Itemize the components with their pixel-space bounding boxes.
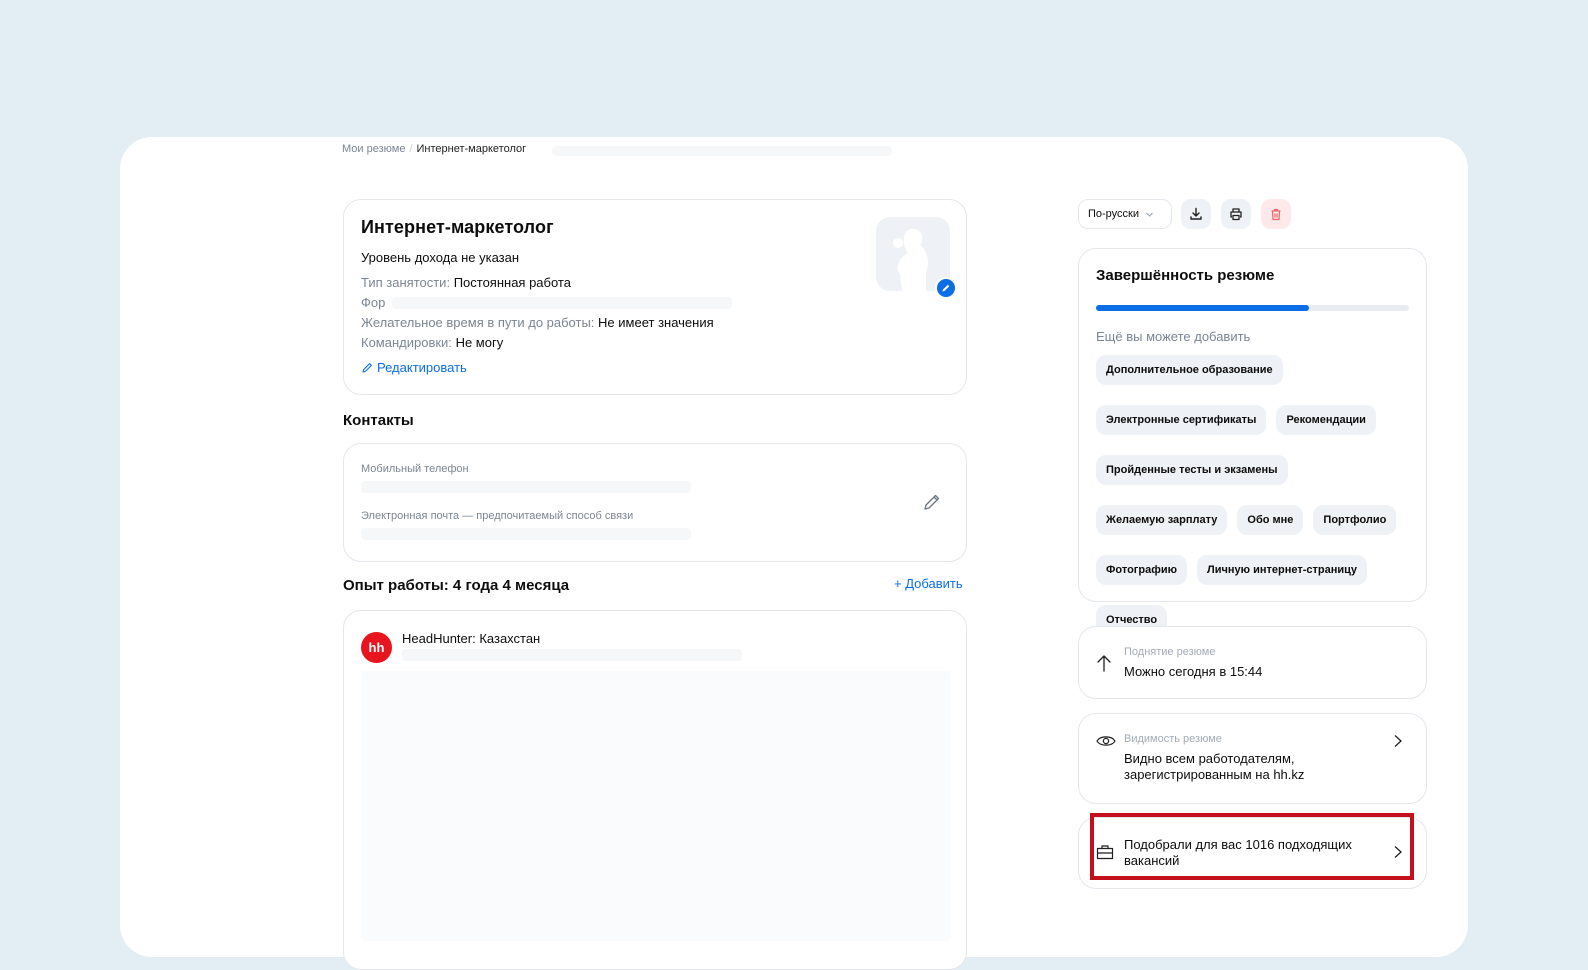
chip-salary[interactable]: Желаемую зарплату	[1096, 505, 1228, 535]
salary-text: Уровень дохода не указан	[361, 250, 520, 265]
commute-value: Не имеет значения	[598, 315, 714, 330]
resume-header-card: Интернет-маркетолог Уровень дохода не ук…	[343, 199, 967, 395]
edit-contacts-button[interactable]	[922, 492, 942, 517]
format-label: Фор	[361, 295, 386, 310]
commute-label: Желательное время в пути до работы:	[361, 315, 595, 330]
contacts-card: Мобильный телефон Электронная почта — пр…	[343, 443, 967, 562]
suggestion-chips: Дополнительное образование Электронные с…	[1096, 355, 1416, 635]
download-button[interactable]	[1181, 199, 1211, 229]
visibility-label: Видимость резюме	[1124, 733, 1222, 745]
trips-row: Командировки: Не могу	[361, 335, 503, 350]
completion-subheading: Ещё вы можете добавить	[1096, 329, 1251, 344]
raise-value: Можно сегодня в 15:44	[1124, 664, 1263, 679]
print-button[interactable]	[1221, 199, 1251, 229]
highlight-frame	[1090, 813, 1414, 880]
chip-certificates[interactable]: Электронные сертификаты	[1096, 405, 1267, 435]
pencil-icon	[924, 494, 940, 510]
avatar-edit-badge[interactable]	[935, 277, 957, 299]
visibility-value: Видно всем работодателям, зарегистрирова…	[1124, 751, 1305, 782]
breadcrumb-separator: /	[409, 143, 413, 155]
edit-resume-link[interactable]: Редактировать	[361, 360, 467, 375]
visibility-card[interactable]: Видимость резюме Видно всем работодателя…	[1078, 713, 1427, 804]
employment-value: Постоянная работа	[453, 275, 571, 290]
eye-icon	[1096, 736, 1116, 746]
resume-title: Интернет-маркетолог	[361, 217, 554, 237]
contacts-heading: Контакты	[343, 412, 414, 429]
chip-portfolio[interactable]: Портфолио	[1313, 505, 1397, 535]
completion-progress	[1096, 305, 1409, 311]
breadcrumb-current: Интернет-маркетолог	[416, 143, 527, 155]
download-icon	[1190, 207, 1202, 220]
commute-row: Желательное время в пути до работы: Не и…	[361, 315, 714, 330]
delete-button[interactable]	[1261, 199, 1291, 229]
employment-row: Тип занятости: Постоянная работа	[361, 275, 571, 290]
experience-card: hh HeadHunter: Казахстан	[343, 610, 967, 970]
breadcrumb: Мои резюме / Интернет-маркетолог	[342, 143, 526, 155]
employment-label: Тип занятости:	[361, 275, 451, 290]
trips-value: Не могу	[455, 335, 504, 350]
company-name: HeadHunter: Казахстан	[402, 631, 541, 646]
raise-resume-card[interactable]: Поднятие резюме Можно сегодня в 15:44	[1078, 626, 1427, 699]
print-icon	[1230, 208, 1242, 221]
chevron-right-icon	[1394, 735, 1402, 747]
language-select[interactable]: По-русски	[1078, 199, 1172, 229]
arrow-up-icon	[1097, 655, 1111, 672]
edit-resume-label: Редактировать	[377, 360, 467, 375]
phone-label: Мобильный телефон	[361, 463, 469, 475]
completion-heading: Завершённость резюме	[1096, 267, 1275, 284]
pencil-icon	[942, 284, 950, 292]
chip-tests[interactable]: Пройденные тесты и экзамены	[1096, 455, 1288, 485]
breadcrumb-root[interactable]: Мои резюме	[342, 143, 405, 155]
completion-card: Завершённость резюме Ещё вы можете добав…	[1078, 248, 1427, 635]
chip-recommendations[interactable]: Рекомендации	[1276, 405, 1376, 435]
experience-heading: Опыт работы: 4 года 4 месяца	[343, 577, 570, 594]
email-label: Электронная почта — предпочитаемый спосо…	[361, 510, 634, 522]
chip-education[interactable]: Дополнительное образование	[1096, 355, 1283, 385]
raise-label: Поднятие резюме	[1124, 646, 1216, 658]
completion-progress-fill	[1096, 305, 1309, 311]
trips-label: Командировки:	[361, 335, 452, 350]
chip-website[interactable]: Личную интернет-страницу	[1197, 555, 1368, 585]
pencil-icon	[362, 362, 372, 373]
chip-about[interactable]: Обо мне	[1237, 505, 1304, 535]
format-row: Фор	[361, 295, 385, 310]
trash-icon	[1271, 208, 1281, 221]
add-experience-link[interactable]: + Добавить	[894, 576, 963, 591]
chip-photo[interactable]: Фотографию	[1096, 555, 1187, 585]
chevron-down-icon	[1146, 212, 1153, 217]
language-value: По-русски	[1088, 208, 1140, 220]
company-logo: hh	[361, 632, 392, 663]
